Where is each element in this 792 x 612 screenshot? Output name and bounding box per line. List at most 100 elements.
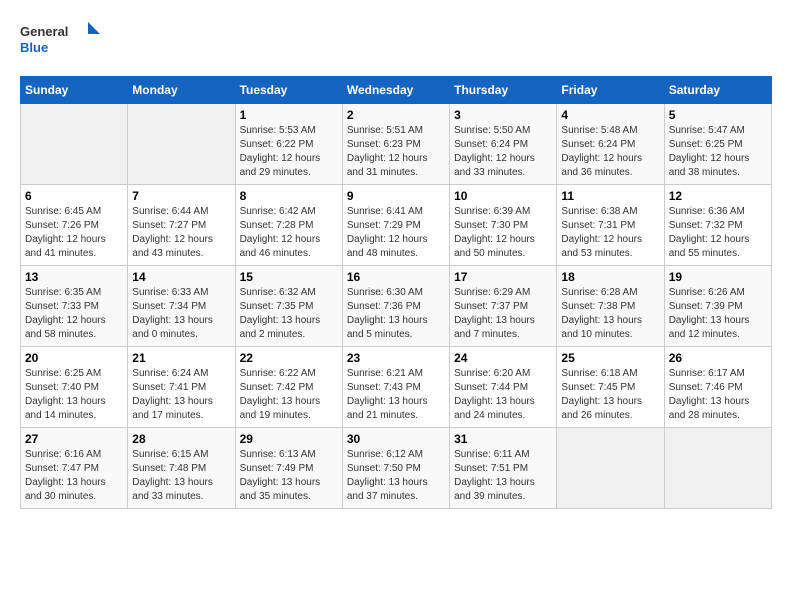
- day-info: Sunrise: 6:24 AMSunset: 7:41 PMDaylight:…: [132, 367, 230, 423]
- calendar-cell: 28Sunrise: 6:15 AMSunset: 7:48 PMDayligh…: [128, 428, 235, 509]
- day-number: 9: [347, 189, 445, 203]
- calendar-cell: [557, 428, 664, 509]
- day-number: 6: [25, 189, 123, 203]
- day-info: Sunrise: 6:18 AMSunset: 7:45 PMDaylight:…: [561, 367, 659, 423]
- day-number: 17: [454, 270, 552, 284]
- day-number: 27: [25, 432, 123, 446]
- day-number: 5: [669, 108, 767, 122]
- calendar-cell: 11 Sunrise: 6:38 AMSunset: 7:31 PMDayligh…: [557, 185, 664, 266]
- day-info: Sunrise: 6:22 AMSunset: 7:42 PMDaylight:…: [240, 367, 338, 423]
- day-info: Sunrise: 5:50 AMSunset: 6:24 PMDaylight:…: [454, 124, 552, 180]
- day-number: 22: [240, 351, 338, 365]
- calendar-header-row: SundayMondayTuesdayWednesdayThursdayFrid…: [21, 77, 772, 104]
- day-number: 8: [240, 189, 338, 203]
- day-number: 31: [454, 432, 552, 446]
- calendar-cell: 4 Sunrise: 5:48 AMSunset: 6:24 PMDaylight…: [557, 104, 664, 185]
- week-row-0: 1 Sunrise: 5:53 AMSunset: 6:22 PMDaylight…: [21, 104, 772, 185]
- day-info: Sunrise: 6:13 AMSunset: 7:49 PMDaylight:…: [240, 448, 338, 504]
- calendar-cell: 7Sunrise: 6:44 AMSunset: 7:27 PMDaylight…: [128, 185, 235, 266]
- day-info: Sunrise: 5:47 AMSunset: 6:25 PMDaylight:…: [669, 124, 767, 180]
- day-number: 24: [454, 351, 552, 365]
- calendar-cell: 9Sunrise: 6:41 AMSunset: 7:29 PMDaylight…: [342, 185, 449, 266]
- calendar-cell: 3 Sunrise: 5:50 AMSunset: 6:24 PMDaylight…: [450, 104, 557, 185]
- day-info: Sunrise: 6:28 AMSunset: 7:38 PMDaylight:…: [561, 286, 659, 342]
- week-row-3: 20 Sunrise: 6:25 AMSunset: 7:40 PMDayligh…: [21, 347, 772, 428]
- calendar-cell: 19 Sunrise: 6:26 AMSunset: 7:39 PMDayligh…: [664, 266, 771, 347]
- day-info: Sunrise: 6:21 AMSunset: 7:43 PMDaylight:…: [347, 367, 445, 423]
- day-number: 30: [347, 432, 445, 446]
- day-number: 21: [132, 351, 230, 365]
- day-number: 15: [240, 270, 338, 284]
- day-number: 20: [25, 351, 123, 365]
- calendar-cell: 5 Sunrise: 5:47 AMSunset: 6:25 PMDaylight…: [664, 104, 771, 185]
- day-info: Sunrise: 6:33 AMSunset: 7:34 PMDaylight:…: [132, 286, 230, 342]
- day-number: 29: [240, 432, 338, 446]
- header-monday: Monday: [128, 77, 235, 104]
- week-row-1: 6 Sunrise: 6:45 AMSunset: 7:26 PMDaylight…: [21, 185, 772, 266]
- day-info: Sunrise: 6:39 AMSunset: 7:30 PMDaylight:…: [454, 205, 552, 261]
- calendar-cell: 15Sunrise: 6:32 AMSunset: 7:35 PMDayligh…: [235, 266, 342, 347]
- calendar-cell: 30 Sunrise: 6:12 AMSunset: 7:50 PMDayligh…: [342, 428, 449, 509]
- calendar-cell: 18 Sunrise: 6:28 AMSunset: 7:38 PMDayligh…: [557, 266, 664, 347]
- calendar-cell: 6 Sunrise: 6:45 AMSunset: 7:26 PMDaylight…: [21, 185, 128, 266]
- calendar-cell: 10 Sunrise: 6:39 AMSunset: 7:30 PMDayligh…: [450, 185, 557, 266]
- day-info: Sunrise: 5:51 AMSunset: 6:23 PMDaylight:…: [347, 124, 445, 180]
- header-thursday: Thursday: [450, 77, 557, 104]
- day-info: Sunrise: 6:26 AMSunset: 7:39 PMDaylight:…: [669, 286, 767, 342]
- calendar-cell: 2 Sunrise: 5:51 AMSunset: 6:23 PMDaylight…: [342, 104, 449, 185]
- svg-text:Blue: Blue: [20, 40, 48, 55]
- day-info: Sunrise: 6:36 AMSunset: 7:32 PMDaylight:…: [669, 205, 767, 261]
- day-number: 19: [669, 270, 767, 284]
- day-number: 14: [132, 270, 230, 284]
- calendar-cell: 16 Sunrise: 6:30 AMSunset: 7:36 PMDayligh…: [342, 266, 449, 347]
- day-info: Sunrise: 6:45 AMSunset: 7:26 PMDaylight:…: [25, 205, 123, 261]
- day-number: 2: [347, 108, 445, 122]
- day-info: Sunrise: 5:53 AMSunset: 6:22 PMDaylight:…: [240, 124, 338, 180]
- calendar-cell: [21, 104, 128, 185]
- day-number: 16: [347, 270, 445, 284]
- calendar-cell: 24 Sunrise: 6:20 AMSunset: 7:44 PMDayligh…: [450, 347, 557, 428]
- calendar-cell: 14 Sunrise: 6:33 AMSunset: 7:34 PMDayligh…: [128, 266, 235, 347]
- day-number: 25: [561, 351, 659, 365]
- day-number: 18: [561, 270, 659, 284]
- calendar-cell: 20 Sunrise: 6:25 AMSunset: 7:40 PMDayligh…: [21, 347, 128, 428]
- page-header: General Blue: [20, 20, 772, 60]
- calendar-cell: [128, 104, 235, 185]
- logo-svg: General Blue: [20, 20, 100, 60]
- logo: General Blue: [20, 20, 100, 60]
- calendar-cell: 12Sunrise: 6:36 AMSunset: 7:32 PMDayligh…: [664, 185, 771, 266]
- day-info: Sunrise: 5:48 AMSunset: 6:24 PMDaylight:…: [561, 124, 659, 180]
- calendar-cell: 23 Sunrise: 6:21 AMSunset: 7:43 PMDayligh…: [342, 347, 449, 428]
- calendar-cell: 13Sunrise: 6:35 AMSunset: 7:33 PMDayligh…: [21, 266, 128, 347]
- header-sunday: Sunday: [21, 77, 128, 104]
- calendar-cell: 21 Sunrise: 6:24 AMSunset: 7:41 PMDayligh…: [128, 347, 235, 428]
- calendar-cell: 25 Sunrise: 6:18 AMSunset: 7:45 PMDayligh…: [557, 347, 664, 428]
- day-info: Sunrise: 6:30 AMSunset: 7:36 PMDaylight:…: [347, 286, 445, 342]
- calendar-cell: 17Sunrise: 6:29 AMSunset: 7:37 PMDayligh…: [450, 266, 557, 347]
- calendar-cell: 8 Sunrise: 6:42 AMSunset: 7:28 PMDaylight…: [235, 185, 342, 266]
- calendar-cell: 31Sunrise: 6:11 AMSunset: 7:51 PMDayligh…: [450, 428, 557, 509]
- calendar-cell: 1 Sunrise: 5:53 AMSunset: 6:22 PMDaylight…: [235, 104, 342, 185]
- calendar-cell: 27Sunrise: 6:16 AMSunset: 7:47 PMDayligh…: [21, 428, 128, 509]
- calendar-table: SundayMondayTuesdayWednesdayThursdayFrid…: [20, 76, 772, 509]
- day-number: 13: [25, 270, 123, 284]
- day-number: 11: [561, 189, 659, 203]
- day-number: 3: [454, 108, 552, 122]
- day-info: Sunrise: 6:12 AMSunset: 7:50 PMDaylight:…: [347, 448, 445, 504]
- day-info: Sunrise: 6:20 AMSunset: 7:44 PMDaylight:…: [454, 367, 552, 423]
- day-number: 10: [454, 189, 552, 203]
- day-info: Sunrise: 6:38 AMSunset: 7:31 PMDaylight:…: [561, 205, 659, 261]
- svg-text:General: General: [20, 24, 68, 39]
- day-info: Sunrise: 6:25 AMSunset: 7:40 PMDaylight:…: [25, 367, 123, 423]
- header-saturday: Saturday: [664, 77, 771, 104]
- day-info: Sunrise: 6:44 AMSunset: 7:27 PMDaylight:…: [132, 205, 230, 261]
- day-number: 1: [240, 108, 338, 122]
- calendar-cell: [664, 428, 771, 509]
- day-number: 4: [561, 108, 659, 122]
- header-tuesday: Tuesday: [235, 77, 342, 104]
- calendar-cell: 26Sunrise: 6:17 AMSunset: 7:46 PMDayligh…: [664, 347, 771, 428]
- day-number: 23: [347, 351, 445, 365]
- header-friday: Friday: [557, 77, 664, 104]
- week-row-2: 13Sunrise: 6:35 AMSunset: 7:33 PMDayligh…: [21, 266, 772, 347]
- day-info: Sunrise: 6:42 AMSunset: 7:28 PMDaylight:…: [240, 205, 338, 261]
